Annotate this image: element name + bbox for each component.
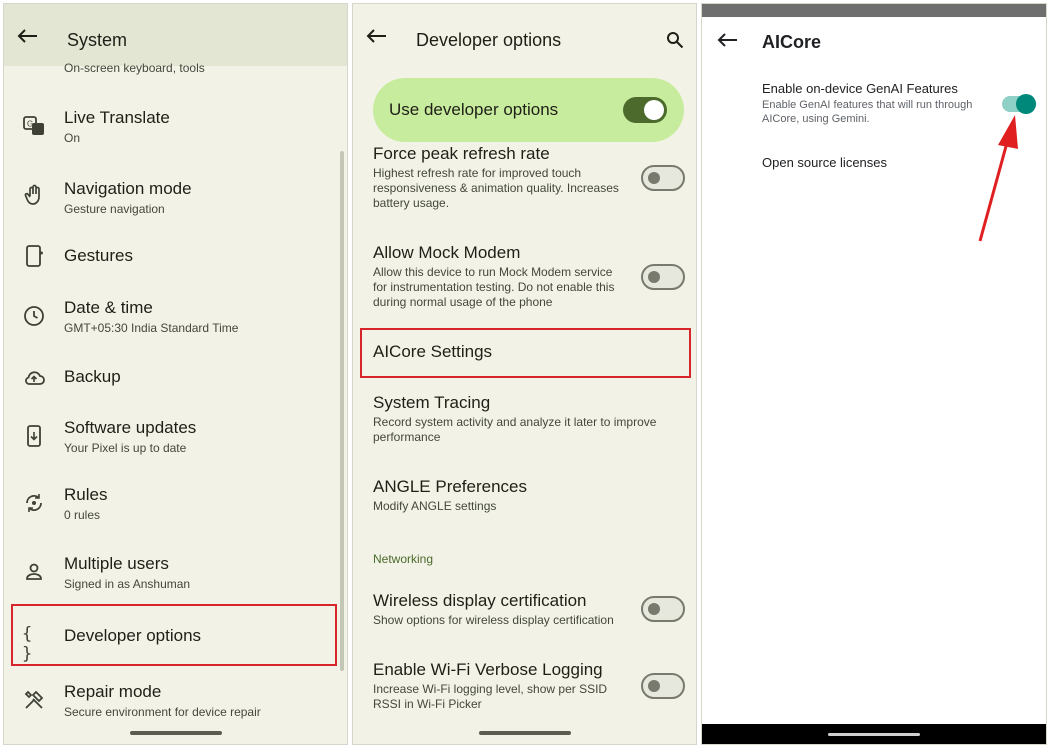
genai-features-description: Enable GenAI features that will run thro… xyxy=(762,99,973,125)
status-bar xyxy=(702,4,1046,17)
allow-mock-modem-toggle[interactable] xyxy=(641,264,685,290)
settings-item-gestures[interactable]: Gestures xyxy=(4,234,347,278)
settings-item-rules[interactable]: Rules 0 rules xyxy=(4,479,347,533)
settings-item-date-time[interactable]: Date & time GMT+05:30 India Standard Tim… xyxy=(4,292,347,346)
search-icon[interactable] xyxy=(666,31,684,49)
gesture-hand-icon xyxy=(24,184,40,205)
system-update-icon xyxy=(27,425,41,447)
cloud-upload-icon xyxy=(25,371,45,385)
back-arrow-icon[interactable] xyxy=(365,28,387,44)
toggle-knob xyxy=(648,603,660,615)
gesture-nav-handle[interactable] xyxy=(129,731,222,735)
open-source-licenses-link[interactable]: Open source licenses xyxy=(762,155,887,170)
gesture-nav-handle[interactable] xyxy=(478,731,571,735)
page-title: Developer options xyxy=(416,30,562,50)
dev-item-wireless-display-certification[interactable]: Wireless display certification Show opti… xyxy=(353,591,696,641)
settings-item-live-translate[interactable]: G Live Translate On xyxy=(4,102,347,156)
page-title: AICore xyxy=(762,32,822,52)
system-panel: System On-screen keyboard, tools G Live … xyxy=(3,3,348,745)
settings-item-backup[interactable]: Backup xyxy=(4,356,347,400)
toggle-knob xyxy=(644,100,664,120)
force-peak-refresh-toggle[interactable] xyxy=(641,165,685,191)
svg-text:G: G xyxy=(27,120,33,129)
settings-item-software-updates[interactable]: Software updates Your Pixel is up to dat… xyxy=(4,412,347,466)
clock-icon xyxy=(24,306,44,326)
system-topbar: System xyxy=(4,4,347,66)
wifi-verbose-logging-toggle[interactable] xyxy=(641,673,685,699)
highlight-box-developer-options xyxy=(11,604,337,666)
genai-features-title[interactable]: Enable on-device GenAI Features xyxy=(762,81,958,96)
page-title: System xyxy=(67,30,128,50)
person-icon xyxy=(26,563,42,580)
toggle-knob xyxy=(648,271,660,283)
dev-item-wifi-verbose-logging[interactable]: Enable Wi-Fi Verbose Logging Increase Wi… xyxy=(353,660,696,720)
section-header-networking: Networking xyxy=(373,552,434,566)
navigation-bar xyxy=(702,724,1046,744)
wireless-display-toggle[interactable] xyxy=(641,596,685,622)
use-developer-options-toggle[interactable] xyxy=(623,97,667,123)
scrollbar[interactable] xyxy=(340,151,344,671)
back-arrow-icon[interactable] xyxy=(16,28,38,44)
settings-item-multiple-users[interactable]: Multiple users Signed in as Anshuman xyxy=(4,548,347,602)
use-developer-options-card[interactable]: Use developer options xyxy=(373,78,684,142)
dev-item-force-peak-refresh-rate[interactable]: Force peak refresh rate Highest refresh … xyxy=(353,144,696,224)
red-arrow-annotation xyxy=(978,115,1018,242)
gesture-nav-handle[interactable] xyxy=(828,733,920,736)
highlight-box-aicore-settings xyxy=(360,328,691,378)
phone-gesture-icon xyxy=(26,245,43,267)
toggle-knob xyxy=(648,680,660,692)
dev-item-angle-preferences[interactable]: ANGLE Preferences Modify ANGLE settings xyxy=(353,477,696,517)
keyboard-subtitle: On-screen keyboard, tools xyxy=(64,61,205,75)
aicore-panel: AICore Enable on-device GenAI Features E… xyxy=(701,3,1047,745)
tools-icon xyxy=(24,690,44,709)
developer-topbar: Developer options xyxy=(353,4,696,66)
settings-item-navigation-mode[interactable]: Navigation mode Gesture navigation xyxy=(4,171,347,225)
toggle-knob xyxy=(648,172,660,184)
translate-icon: G xyxy=(23,116,44,135)
dev-item-system-tracing[interactable]: System Tracing Record system activity an… xyxy=(353,393,696,453)
settings-item-repair-mode[interactable]: Repair mode Secure environment for devic… xyxy=(4,678,347,732)
dev-item-allow-mock-modem[interactable]: Allow Mock Modem Allow this device to ru… xyxy=(353,243,696,323)
rules-icon xyxy=(26,494,42,512)
developer-options-panel: Developer options Use developer options … xyxy=(352,3,697,745)
back-arrow-icon[interactable] xyxy=(716,32,738,48)
